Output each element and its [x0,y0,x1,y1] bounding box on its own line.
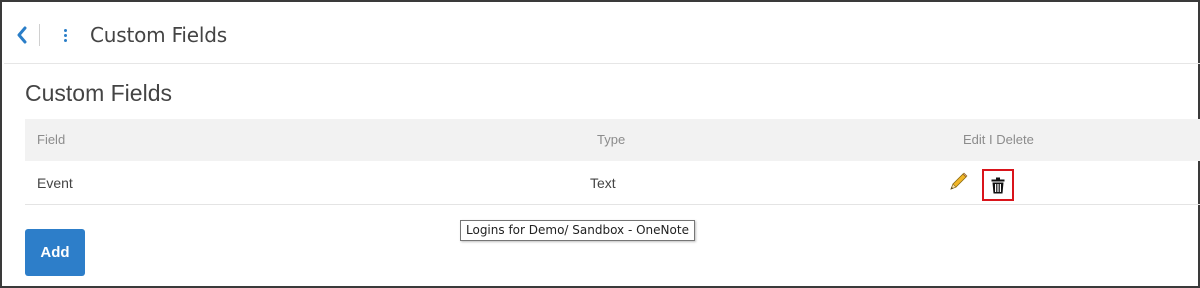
divider [39,24,40,46]
app-window: Custom Fields Custom Fields Field Type E… [0,0,1200,288]
field-type-cell: Text [590,175,616,191]
trash-icon [991,177,1005,193]
pencil-icon [950,172,968,190]
column-header-field: Field [37,132,66,147]
tooltip: Logins for Demo/ Sandbox - OneNote [460,220,695,241]
topbar-title: Custom Fields [90,23,227,47]
table-row: Event Text [25,161,1200,205]
column-header-edit-delete: Edit I Delete [963,132,1034,147]
custom-fields-table: Field Type Edit I Delete Event Text [25,119,1200,205]
column-header-type: Type [597,132,626,147]
add-button[interactable]: Add [25,229,85,276]
table-header: Field Type Edit I Delete [25,119,1200,161]
field-name-cell: Event [37,175,73,191]
kebab-menu-icon[interactable] [60,24,70,46]
edit-button[interactable] [947,171,969,193]
top-bar: Custom Fields [4,4,1200,64]
delete-button[interactable] [982,169,1014,201]
chevron-left-icon [17,26,27,44]
back-button[interactable] [14,24,30,46]
page-title: Custom Fields [25,80,172,106]
